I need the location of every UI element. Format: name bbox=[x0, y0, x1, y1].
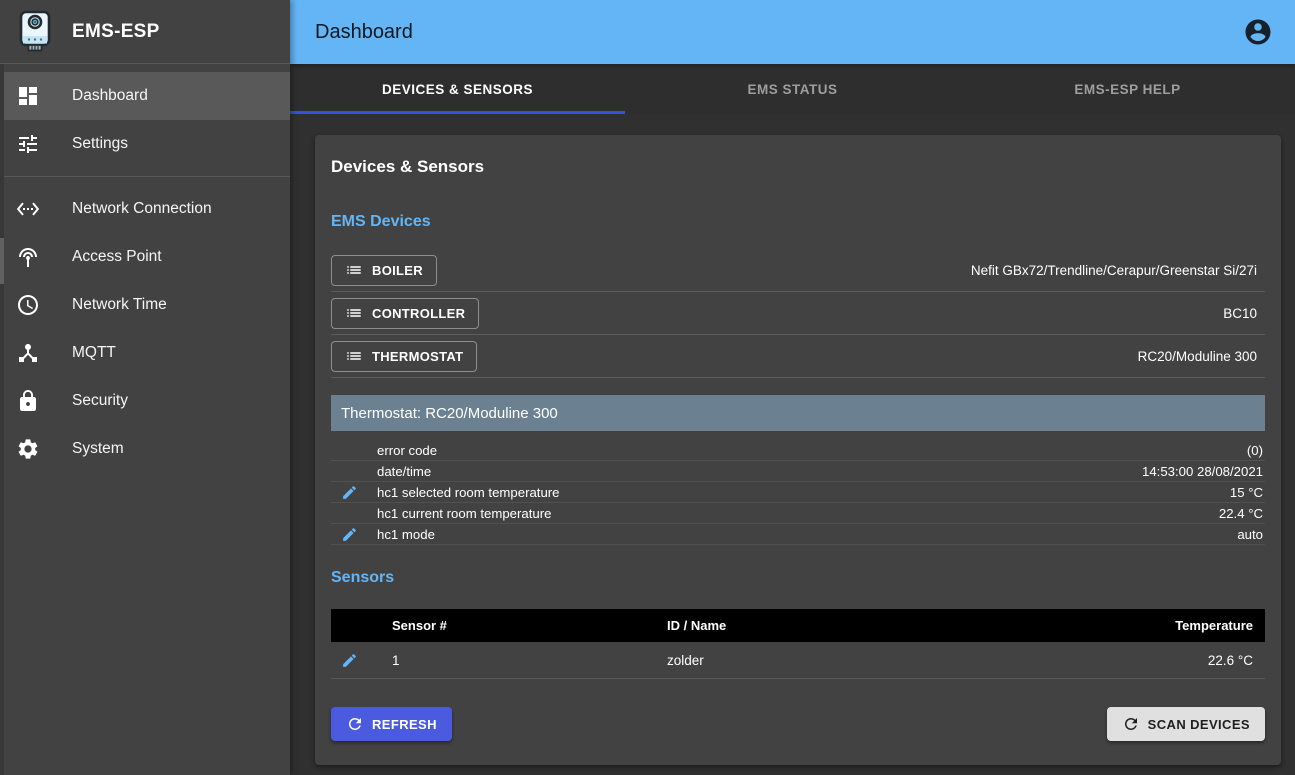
tab-ems-status[interactable]: EMS STATUS bbox=[625, 64, 960, 114]
tab-devices-sensors[interactable]: DEVICES & SENSORS bbox=[290, 64, 625, 114]
tab-ems-esp-help[interactable]: EMS-ESP HELP bbox=[960, 64, 1295, 114]
refresh-icon bbox=[346, 715, 364, 733]
sidebar-scrollbar-track bbox=[0, 64, 4, 775]
action-buttons-row: REFRESH SCAN DEVICES bbox=[331, 707, 1265, 741]
sidebar-item-label: Dashboard bbox=[72, 87, 148, 105]
page-title: Dashboard bbox=[315, 21, 413, 44]
thermostat-button[interactable]: THERMOSTAT bbox=[331, 341, 477, 372]
sensors-table-header: Sensor # ID / Name Temperature bbox=[331, 609, 1265, 642]
sidebar-nav: Dashboard Settings Network Connection Ac… bbox=[0, 64, 290, 473]
ems-devices-heading: EMS Devices bbox=[331, 213, 1265, 231]
edit-icon[interactable] bbox=[341, 652, 358, 669]
clock-icon bbox=[16, 293, 72, 317]
edit-cell bbox=[331, 484, 377, 501]
list-icon bbox=[345, 261, 363, 279]
dashboard-icon bbox=[16, 84, 72, 108]
device-model: Nefit GBx72/Trendline/Cerapur/Greenstar … bbox=[971, 263, 1257, 278]
refresh-button-label: REFRESH bbox=[372, 717, 437, 732]
entity-name: hc1 mode bbox=[377, 527, 1237, 542]
refresh-icon bbox=[1122, 715, 1140, 733]
content-area: Devices & Sensors EMS Devices BOILER Nef… bbox=[290, 114, 1295, 775]
edit-icon[interactable] bbox=[341, 484, 358, 501]
sidebar-item-network-time[interactable]: Network Time bbox=[0, 281, 290, 329]
entity-value: auto bbox=[1237, 527, 1265, 542]
entity-value: 15 °C bbox=[1230, 485, 1265, 500]
topbar: Dashboard bbox=[290, 0, 1295, 64]
main-area: Dashboard DEVICES & SENSORS EMS STATUS E… bbox=[290, 0, 1295, 775]
app-title: EMS-ESP bbox=[72, 21, 160, 43]
sensor-name: zolder bbox=[667, 653, 1208, 668]
boiler-button[interactable]: BOILER bbox=[331, 255, 437, 286]
device-row-boiler: BOILER Nefit GBx72/Trendline/Cerapur/Gre… bbox=[331, 249, 1265, 292]
wifi-tethering-icon bbox=[16, 245, 72, 269]
sidebar-item-label: System bbox=[72, 440, 124, 458]
sidebar-item-settings[interactable]: Settings bbox=[0, 120, 290, 168]
card-title: Devices & Sensors bbox=[331, 157, 1265, 177]
lock-icon bbox=[16, 389, 72, 413]
boiler-logo-icon bbox=[16, 10, 72, 54]
sensor-number: 1 bbox=[377, 653, 667, 668]
scan-devices-button[interactable]: SCAN DEVICES bbox=[1107, 707, 1265, 741]
entity-name: hc1 selected room temperature bbox=[377, 485, 1230, 500]
entity-name: error code bbox=[377, 443, 1247, 458]
gear-icon bbox=[16, 437, 72, 461]
device-button-label: CONTROLLER bbox=[372, 306, 465, 321]
device-button-label: BOILER bbox=[372, 263, 423, 278]
controller-button[interactable]: CONTROLLER bbox=[331, 298, 479, 329]
refresh-button[interactable]: REFRESH bbox=[331, 707, 452, 741]
table-row: hc1 current room temperature 22.4 °C bbox=[331, 503, 1265, 524]
devices-sensors-card: Devices & Sensors EMS Devices BOILER Nef… bbox=[315, 135, 1281, 765]
edit-icon[interactable] bbox=[341, 526, 358, 543]
list-icon bbox=[345, 347, 363, 365]
sidebar-item-label: MQTT bbox=[72, 344, 116, 362]
entity-value: (0) bbox=[1247, 443, 1265, 458]
sidebar-header: EMS-ESP bbox=[0, 0, 290, 64]
tune-icon bbox=[16, 132, 72, 156]
device-row-thermostat: THERMOSTAT RC20/Moduline 300 bbox=[331, 335, 1265, 378]
sidebar-item-security[interactable]: Security bbox=[0, 377, 290, 425]
entity-value: 22.4 °C bbox=[1219, 506, 1265, 521]
sidebar-item-dashboard[interactable]: Dashboard bbox=[0, 72, 290, 120]
table-row: hc1 selected room temperature 15 °C bbox=[331, 482, 1265, 503]
sidebar: EMS-ESP Dashboard Settings Network Conne… bbox=[0, 0, 290, 775]
entity-value: 14:53:00 28/08/2021 bbox=[1142, 464, 1265, 479]
sidebar-item-label: Security bbox=[72, 392, 128, 410]
sidebar-scrollbar-thumb[interactable] bbox=[0, 238, 4, 284]
sidebar-item-network-connection[interactable]: Network Connection bbox=[0, 185, 290, 233]
thermostat-panel-header: Thermostat: RC20/Moduline 300 bbox=[331, 395, 1265, 431]
sidebar-item-system[interactable]: System bbox=[0, 425, 290, 473]
sidebar-item-mqtt[interactable]: MQTT bbox=[0, 329, 290, 377]
entity-name: hc1 current room temperature bbox=[377, 506, 1219, 521]
ethernet-icon bbox=[16, 197, 72, 221]
device-button-label: THERMOSTAT bbox=[372, 349, 463, 364]
device-model: BC10 bbox=[1223, 306, 1257, 321]
device-hub-icon bbox=[16, 341, 72, 365]
list-icon bbox=[345, 304, 363, 322]
account-circle-icon[interactable] bbox=[1243, 17, 1273, 47]
tab-bar: DEVICES & SENSORS EMS STATUS EMS-ESP HEL… bbox=[290, 64, 1295, 114]
scan-devices-button-label: SCAN DEVICES bbox=[1148, 717, 1250, 732]
entity-name: date/time bbox=[377, 464, 1142, 479]
edit-cell bbox=[331, 526, 377, 543]
sensor-temperature: 22.6 °C bbox=[1208, 653, 1265, 668]
ems-device-list: BOILER Nefit GBx72/Trendline/Cerapur/Gre… bbox=[331, 249, 1265, 378]
sidebar-divider bbox=[0, 176, 290, 177]
sensors-heading: Sensors bbox=[331, 569, 1265, 587]
sidebar-item-label: Settings bbox=[72, 135, 128, 153]
thermostat-value-table: error code (0) date/time 14:53:00 28/08/… bbox=[331, 440, 1265, 545]
sidebar-item-label: Access Point bbox=[72, 248, 162, 266]
sidebar-item-access-point[interactable]: Access Point bbox=[0, 233, 290, 281]
device-model: RC20/Moduline 300 bbox=[1138, 349, 1257, 364]
column-header-temperature: Temperature bbox=[1175, 618, 1265, 633]
table-row: hc1 mode auto bbox=[331, 524, 1265, 545]
sidebar-item-label: Network Time bbox=[72, 296, 167, 314]
sidebar-item-label: Network Connection bbox=[72, 200, 212, 218]
device-row-controller: CONTROLLER BC10 bbox=[331, 292, 1265, 335]
table-row: date/time 14:53:00 28/08/2021 bbox=[331, 461, 1265, 482]
edit-cell bbox=[331, 652, 377, 669]
sensor-row: 1 zolder 22.6 °C bbox=[331, 642, 1265, 679]
table-row: error code (0) bbox=[331, 440, 1265, 461]
column-header-id-name: ID / Name bbox=[667, 618, 1175, 633]
column-header-sensor-number: Sensor # bbox=[377, 618, 667, 633]
